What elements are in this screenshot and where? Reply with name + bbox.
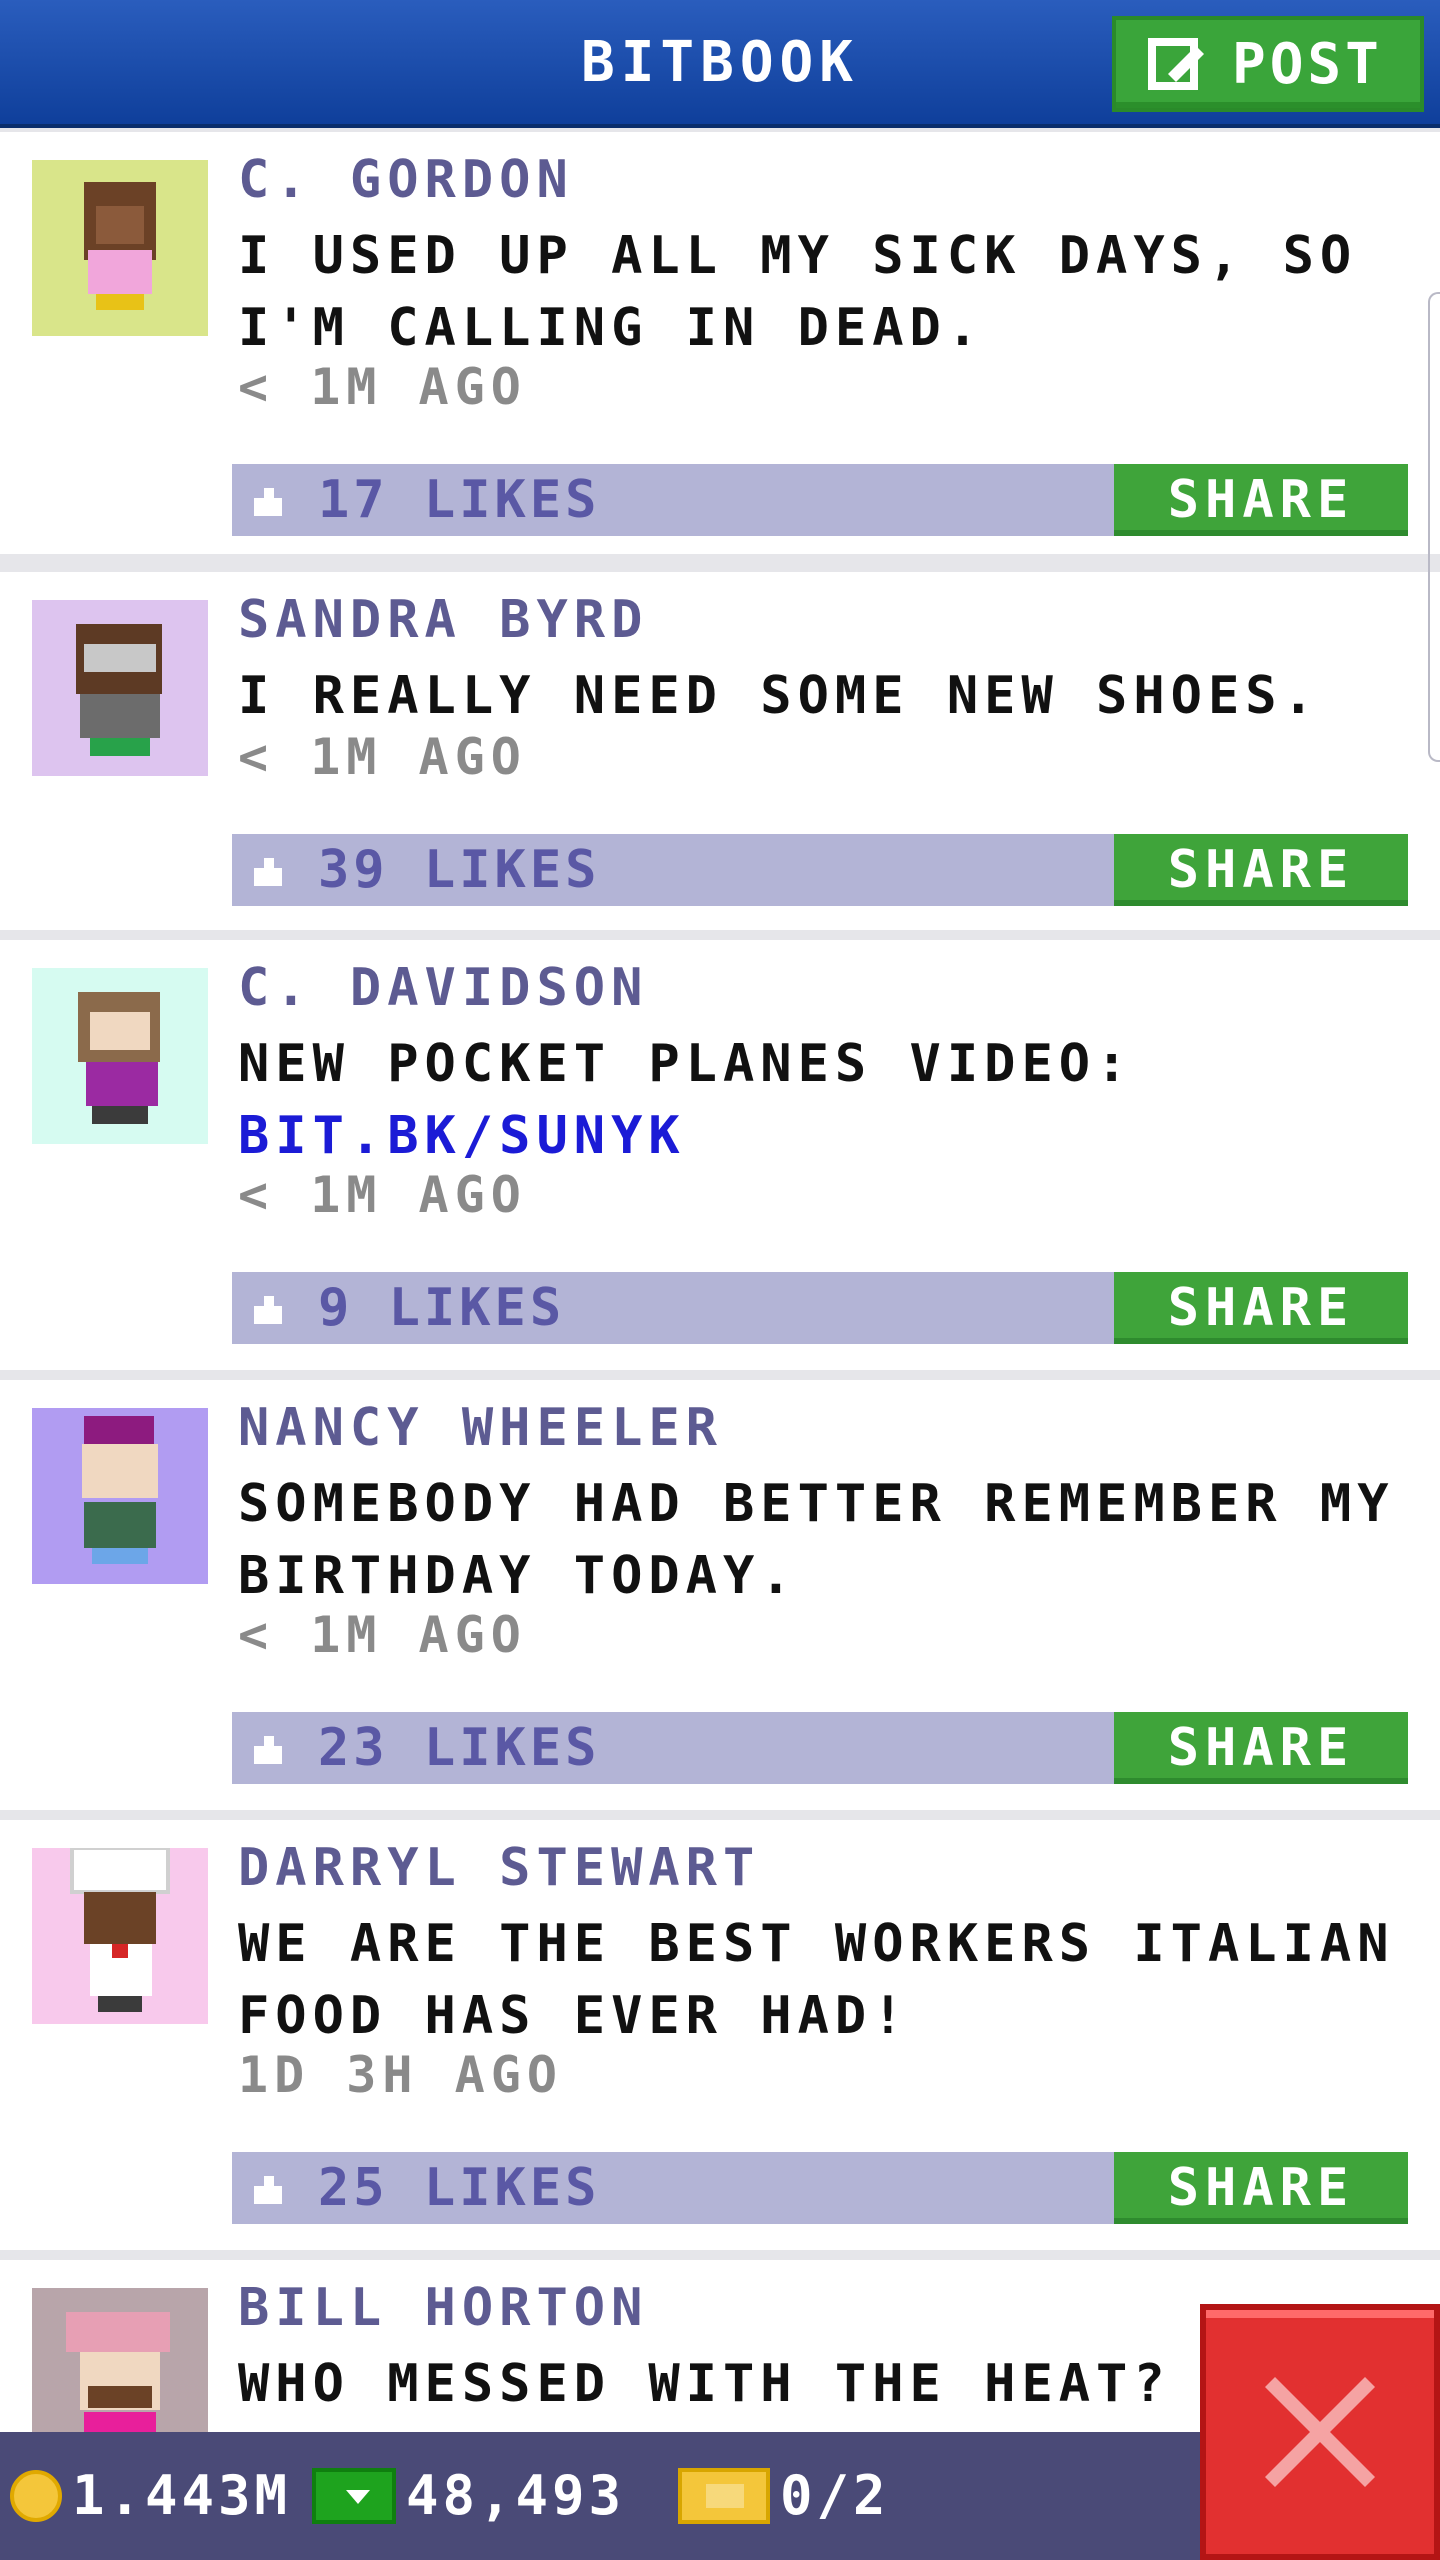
thumbs-up-icon[interactable]	[250, 1290, 290, 1326]
post-time: < 1M AGO	[238, 358, 527, 416]
post-card: C. DAVIDSON NEW POCKET PLANES VIDEO: BIT…	[0, 940, 1440, 1380]
like-count: 25 LIKES	[318, 2158, 601, 2218]
bux-value: 48,493	[406, 2464, 626, 2527]
close-button[interactable]	[1200, 2304, 1440, 2560]
coin-icon	[10, 2469, 62, 2522]
post-text: WHO MESSED WITH THE HEAT? IT'	[238, 2354, 1218, 2414]
coins-value: 1.443M	[72, 2464, 292, 2527]
coins-stat: 1.443M	[10, 2464, 291, 2527]
thumbs-up-icon[interactable]	[250, 852, 290, 888]
like-count: 17 LIKES	[318, 470, 601, 530]
post-text: SOMEBODY HAD BETTER REMEMBER MY BIRTHDAY…	[238, 1474, 1395, 1606]
avatar	[32, 968, 208, 1144]
share-button[interactable]: SHARE	[1114, 834, 1408, 906]
share-button[interactable]: SHARE	[1114, 1712, 1408, 1784]
thumbs-up-icon[interactable]	[250, 2170, 290, 2206]
post-card: SANDRA BYRD I REALLY NEED SOME NEW SHOES…	[0, 572, 1440, 940]
avatar	[32, 160, 208, 336]
post-time: < 1M AGO	[238, 1606, 527, 1664]
avatar	[32, 600, 208, 776]
post-text: I USED UP ALL MY SICK DAYS, SO I'M CALLI…	[238, 226, 1358, 358]
scroll-indicator[interactable]	[1428, 292, 1440, 762]
share-button[interactable]: SHARE	[1114, 1272, 1408, 1344]
thumbs-up-icon[interactable]	[250, 1730, 290, 1766]
author-name[interactable]: SANDRA BYRD	[238, 590, 648, 650]
like-bar: 23 LIKES SHARE	[232, 1712, 1408, 1784]
bux-stat: 48,493	[312, 2464, 625, 2527]
close-icon	[1265, 2377, 1375, 2487]
tickets-value: 0/2	[780, 2464, 890, 2527]
author-name[interactable]: NANCY WHEELER	[238, 1398, 723, 1458]
post-text: WE ARE THE BEST WORKERS ITALIAN FOOD HAS…	[238, 1914, 1395, 2046]
post-card: C. GORDON I USED UP ALL MY SICK DAYS, SO…	[0, 132, 1440, 564]
like-bar: 9 LIKES SHARE	[232, 1272, 1408, 1344]
post-card: NANCY WHEELER SOMEBODY HAD BETTER REMEMB…	[0, 1380, 1440, 1820]
post-text: I REALLY NEED SOME NEW SHOES.	[238, 666, 1320, 726]
share-button[interactable]: SHARE	[1114, 464, 1408, 536]
thumbs-up-icon[interactable]	[250, 482, 290, 518]
author-name[interactable]: DARRYL STEWART	[238, 1838, 760, 1898]
author-name[interactable]: C. GORDON	[238, 150, 574, 210]
post-feed[interactable]: C. GORDON I USED UP ALL MY SICK DAYS, SO…	[0, 132, 1440, 2432]
like-count: 39 LIKES	[318, 840, 601, 900]
post-card: DARRYL STEWART WE ARE THE BEST WORKERS I…	[0, 1820, 1440, 2260]
like-bar: 39 LIKES SHARE	[232, 834, 1408, 906]
like-bar: 25 LIKES SHARE	[232, 2152, 1408, 2224]
like-count: 23 LIKES	[318, 1718, 601, 1778]
author-name[interactable]: C. DAVIDSON	[238, 958, 648, 1018]
post-text: NEW POCKET PLANES VIDEO: BIT.BK/SUNYK	[238, 1028, 1418, 1172]
post-time: < 1M AGO	[238, 1166, 527, 1224]
post-button[interactable]: POST	[1112, 16, 1424, 112]
avatar	[32, 2288, 208, 2432]
avatar	[32, 1408, 208, 1584]
like-count: 9 LIKES	[318, 1278, 566, 1338]
post-text-line: NEW POCKET PLANES VIDEO:	[238, 1034, 1134, 1094]
share-button[interactable]: SHARE	[1114, 2152, 1408, 2224]
edit-icon	[1148, 38, 1204, 90]
post-label: POST	[1232, 31, 1383, 97]
post-time: < 1M AGO	[238, 728, 527, 786]
like-bar: 17 LIKES SHARE	[232, 464, 1408, 536]
bux-icon	[312, 2467, 396, 2524]
tickets-stat: 0/2	[678, 2464, 890, 2527]
post-link[interactable]: BIT.BK/SUNYK	[238, 1100, 1418, 1172]
avatar	[32, 1846, 208, 2024]
ticket-icon	[678, 2467, 770, 2524]
post-time: 1D 3H AGO	[238, 2046, 563, 2104]
top-bar: BITBOOK POST	[0, 0, 1440, 128]
author-name[interactable]: BILL HORTON	[238, 2278, 648, 2338]
